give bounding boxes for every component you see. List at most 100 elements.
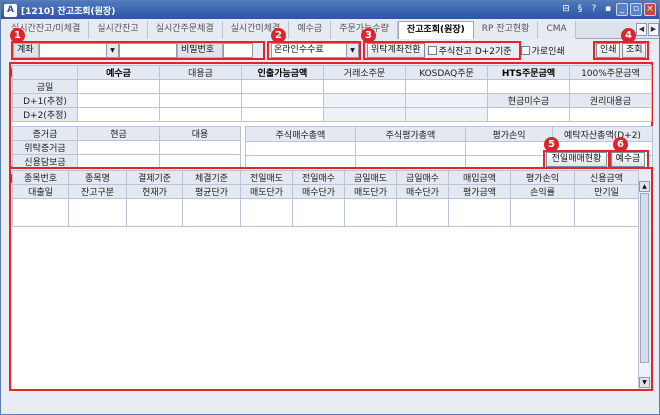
scroll-down-icon[interactable]: ▼: [639, 377, 650, 388]
cell: [159, 93, 242, 108]
col-fill-basis: 체결기준: [182, 170, 241, 185]
row-d2: D+2(추정): [12, 107, 78, 122]
tab-strip: 실시간잔고/미체결 실시간잔고 실시간주문체결 실시간미체결 예수금 주문가능수…: [3, 21, 659, 39]
col-eval-pnl: 평가손익: [510, 170, 575, 185]
callout-badge-2: 2: [271, 28, 286, 43]
title-bar: A [1210] 잔고조회(원장) ⊟ § ? ▪ _ ▫ ×: [1, 1, 659, 19]
col-sell-price-prev: 매도단가: [240, 184, 293, 199]
help-icon[interactable]: ?: [588, 3, 600, 16]
minimize-icon[interactable]: _: [616, 3, 628, 16]
col-today-sell: 금일매도: [344, 170, 397, 185]
callout-box-2: [267, 41, 361, 60]
callout-badge-4: 4: [621, 28, 636, 43]
margin-table: 증거금 현금 대용 위탁증거금 신용담보금: [12, 126, 241, 169]
col-today-buy: 금일매수: [396, 170, 449, 185]
col-exchange-order: 거래소주문: [323, 65, 406, 80]
cell: [396, 198, 449, 227]
col-buy-price-prev: 매수단가: [292, 184, 345, 199]
holdings-panel: 종목번호 종목명 결제기준 체결기준 전일매도 전일매수 금일매도 금일매수 매…: [12, 170, 639, 389]
cell: [241, 79, 324, 94]
cell: [487, 79, 570, 94]
callout-badge-5: 5: [544, 137, 559, 152]
landscape-print-label: 가로인쇄: [531, 47, 565, 57]
cell: [159, 107, 242, 122]
col-balance-type: 잔고구분: [68, 184, 127, 199]
scroll-up-icon[interactable]: ▲: [639, 181, 650, 192]
col-buy-price-today: 매수단가: [396, 184, 449, 199]
tab-scroll-left-icon[interactable]: ◀: [636, 23, 647, 36]
window-title: [1210] 잔고조회(원장): [21, 6, 116, 17]
col-sell-price-today: 매도단가: [344, 184, 397, 199]
landscape-print-checkbox[interactable]: 가로인쇄: [520, 44, 565, 57]
col-current-price: 현재가: [126, 184, 183, 199]
col-loan-date: 대출일: [12, 184, 69, 199]
maximize-icon[interactable]: ▫: [630, 3, 642, 16]
cell: [68, 198, 127, 227]
cell: [405, 93, 488, 108]
tab-realtime-order-fill[interactable]: 실시간주문체결: [147, 21, 223, 39]
link-icon[interactable]: §: [574, 3, 586, 16]
pin-icon[interactable]: ▪: [602, 3, 614, 16]
tab-scroll-right-icon[interactable]: ▶: [648, 23, 659, 36]
tab-realtime-balance[interactable]: 실시간잔고: [89, 21, 148, 39]
tab-deposit[interactable]: 예수금: [289, 21, 332, 39]
col-stock-name: 종목명: [68, 170, 127, 185]
checkbox-icon[interactable]: [520, 46, 530, 55]
callout-badge-1: 1: [10, 28, 25, 43]
cell: [77, 140, 160, 155]
row-d1: D+1(추정): [12, 93, 78, 108]
col-settlement-basis: 결제기준: [126, 170, 183, 185]
col-maturity-date: 만기일: [574, 184, 639, 199]
cell: [77, 107, 160, 122]
callout-box-1: [11, 41, 265, 60]
cell: [323, 107, 406, 122]
holdings-scrollbar[interactable]: ▲ ▼: [638, 181, 650, 389]
col-stock-buy-total: 주식매수총액: [245, 125, 356, 143]
cell: [245, 141, 356, 156]
cell: [159, 140, 241, 155]
cell: [182, 198, 241, 227]
tab-balance-ledger[interactable]: 잔고조회(원장): [397, 21, 474, 39]
summary-table: 예수금 대용금 인출가능금액 거래소주문 KOSDAQ주문 HTS주문금액 10…: [12, 65, 652, 122]
cell: [510, 198, 575, 227]
col-prev-buy: 전일매수: [292, 170, 345, 185]
cell: [323, 93, 406, 108]
col-prev-sell: 전일매도: [240, 170, 293, 185]
tab-cma[interactable]: CMA: [538, 21, 576, 39]
col-pnl-rate: 손익률: [510, 184, 575, 199]
cell: [405, 79, 488, 94]
tab-rp-balance[interactable]: RP 잔고현황: [473, 21, 539, 39]
main-window: A [1210] 잔고조회(원장) ⊟ § ? ▪ _ ▫ × 실시간잔고/미체…: [0, 0, 660, 415]
col-stock-eval-total: 주식평가총액: [355, 125, 466, 143]
row-consign-margin: 위탁증거금: [12, 140, 78, 155]
close-icon[interactable]: ×: [644, 3, 656, 16]
app-icon: A: [4, 3, 17, 17]
callout-box-3: [363, 41, 521, 60]
col-stock-code: 종목번호: [12, 170, 69, 185]
cell: [405, 107, 488, 122]
cell: [569, 107, 652, 122]
col-substitute: 대용금: [159, 65, 242, 80]
cell: [126, 198, 183, 227]
cell: [241, 107, 324, 122]
cell: [355, 141, 466, 156]
scroll-thumb[interactable]: [640, 193, 649, 363]
callout-badge-6: 6: [613, 137, 628, 152]
cell: [241, 93, 324, 108]
cell: [77, 79, 160, 94]
col-100pct-order: 100%주문금액: [569, 65, 652, 80]
row-today: 금일: [12, 79, 78, 94]
cell: [487, 107, 570, 122]
cell: [240, 198, 293, 227]
cell: [159, 79, 242, 94]
tile-icon[interactable]: ⊟: [560, 3, 572, 16]
col-cash-receivable: 현금미수금: [487, 93, 570, 108]
col-margin: 증거금: [12, 126, 78, 141]
col-deposit: 예수금: [77, 65, 160, 80]
holdings-table: 종목번호 종목명 결제기준 체결기준 전일매도 전일매수 금일매도 금일매수 매…: [12, 170, 639, 227]
col-hts-order: HTS주문금액: [487, 65, 570, 80]
cell: [448, 198, 511, 227]
col-substitute: 대용: [159, 126, 241, 141]
cell: [77, 93, 160, 108]
col-withdrawable: 인출가능금액: [241, 65, 324, 80]
